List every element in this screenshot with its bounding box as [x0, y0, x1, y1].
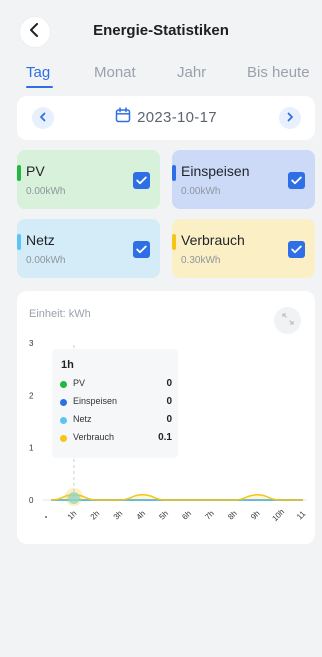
legend-dot: [60, 381, 67, 388]
tab-jahr[interactable]: Jahr: [177, 64, 206, 81]
legend-dot: [60, 417, 67, 424]
legend-dot: [60, 435, 67, 442]
highlight-point: [67, 492, 80, 504]
x-tick-dot: [45, 516, 47, 518]
x-tick-label: 10h: [270, 507, 286, 523]
period-tabs: Tag Monat Jahr Bis heute: [0, 62, 322, 90]
x-tick-label: 9h: [249, 509, 262, 522]
checkmark-icon: [136, 241, 147, 259]
checkmark-icon: [136, 172, 147, 190]
stat-card-verbrauch[interactable]: Verbrauch 0.30kWh: [172, 219, 315, 278]
header: Energie-Statistiken: [0, 0, 322, 62]
tooltip-row-einspeisen: Einspeisen 0: [60, 396, 172, 410]
tooltip-row-netz: Netz 0: [60, 414, 172, 428]
color-bar: [172, 234, 176, 250]
color-bar: [17, 234, 21, 250]
date-text: 2023-10-17: [137, 109, 217, 126]
stat-value: 0.00kWh: [181, 186, 221, 197]
checkbox[interactable]: [133, 241, 150, 258]
stat-name: Netz: [26, 232, 55, 248]
x-tick-label: 7h: [203, 509, 216, 522]
y-tick-label: 2: [29, 391, 34, 400]
chart-tooltip: 1h PV 0 Einspeisen 0 Netz 0 Verbrauch 0.…: [52, 349, 178, 458]
tooltip-series-value: 0: [166, 378, 172, 389]
tooltip-series-name: Netz: [73, 414, 92, 424]
checkmark-icon: [291, 172, 302, 190]
x-tick-label: 2h: [89, 509, 102, 522]
tooltip-series-name: Verbrauch: [73, 432, 115, 442]
tab-bis-heute[interactable]: Bis heute: [247, 64, 310, 81]
tab-monat[interactable]: Monat: [94, 64, 136, 81]
tooltip-row-verbrauch: Verbrauch 0.1: [60, 432, 172, 446]
tooltip-row-pv: PV 0: [60, 378, 172, 392]
stat-name: Verbrauch: [181, 232, 245, 248]
y-tick-label: 0: [29, 496, 34, 505]
stat-name: Einspeisen: [181, 163, 250, 179]
checkmark-icon: [291, 241, 302, 259]
active-tab-indicator: [26, 86, 53, 88]
chart-card: Einheit: kWh 0 1 2 3 1h 2h 3h 4h 5h 6h 7h 8h 9h 10h 11…: [17, 291, 315, 544]
tooltip-series-value: 0: [166, 414, 172, 425]
page-title: Energie-Statistiken: [93, 22, 229, 39]
y-tick-label: 3: [29, 339, 34, 348]
tab-tag[interactable]: Tag: [26, 64, 50, 81]
color-bar: [172, 165, 176, 181]
x-tick-label: 3h: [112, 509, 125, 522]
x-tick-label: 6h: [180, 509, 193, 522]
tooltip-title: 1h: [61, 359, 74, 371]
stat-name: PV: [26, 163, 45, 179]
chevron-right-icon: [286, 109, 294, 127]
x-tick-label: 11: [295, 509, 308, 522]
stat-value: 0.00kWh: [26, 255, 66, 266]
stat-value: 0.00kWh: [26, 186, 66, 197]
date-selector: 2023-10-17: [17, 96, 315, 140]
tooltip-series-name: PV: [73, 378, 86, 388]
checkbox[interactable]: [133, 172, 150, 189]
stat-card-einspeisen[interactable]: Einspeisen 0.00kWh: [172, 150, 315, 209]
next-date-button[interactable]: [279, 107, 301, 129]
stat-value: 0.30kWh: [181, 255, 221, 266]
x-tick-label: 5h: [157, 509, 170, 522]
checkbox[interactable]: [288, 241, 305, 258]
x-tick-label: 4h: [135, 509, 148, 522]
legend-dot: [60, 399, 67, 406]
x-tick-label: 1h: [66, 509, 79, 522]
x-tick-label: 8h: [226, 509, 239, 522]
tooltip-series-value: 0: [166, 396, 172, 407]
date-display[interactable]: 2023-10-17: [17, 107, 315, 128]
calendar-icon: [115, 107, 131, 128]
checkbox[interactable]: [288, 172, 305, 189]
color-bar: [17, 165, 21, 181]
y-tick-label: 1: [29, 444, 34, 453]
stat-card-pv[interactable]: PV 0.00kWh: [17, 150, 160, 209]
stat-card-netz[interactable]: Netz 0.00kWh: [17, 219, 160, 278]
tooltip-series-value: 0.1: [158, 432, 172, 443]
tooltip-series-name: Einspeisen: [73, 396, 118, 406]
